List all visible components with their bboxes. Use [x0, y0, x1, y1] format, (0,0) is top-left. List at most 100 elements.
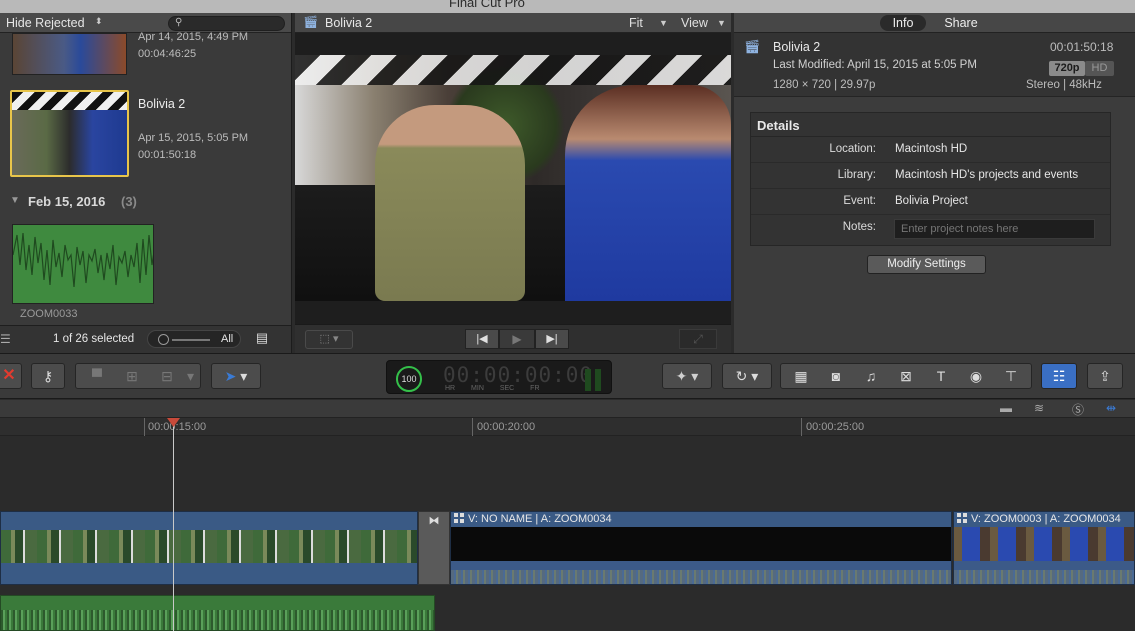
hd-badge: HD [1085, 61, 1114, 76]
themes-browser-icon[interactable]: ⊤ [994, 364, 1029, 388]
transitions-browser-icon[interactable]: ⊠ [889, 364, 924, 388]
edit-buttons-group: ▀ ⊞ ⊟ ▾ [75, 363, 201, 389]
audio-format: Stereo | 48kHz [1026, 79, 1102, 91]
browser-header: Hide Rejected ⬍ ⚲ [0, 13, 291, 33]
browser-search-field[interactable]: ⚲ [168, 16, 285, 31]
video-frame[interactable] [295, 55, 731, 301]
compound-clip-icon [454, 513, 464, 523]
list-view-icon[interactable]: ☰ [0, 332, 14, 346]
key-icon[interactable]: ⚷ [31, 363, 65, 389]
slider-knob[interactable] [158, 334, 169, 345]
chevron-down-icon[interactable]: ▼ [659, 18, 668, 28]
timecode-display[interactable]: 00:00:00:00 [443, 363, 593, 387]
clip-name[interactable]: Bolivia 2 [138, 97, 185, 111]
chevron-updown-icon[interactable]: ⬍ [95, 16, 103, 27]
window-title: Final Cut Pro [449, 0, 525, 10]
titles-browser-icon[interactable]: T [924, 364, 959, 388]
connect-clip-icon[interactable]: ▀ [80, 364, 115, 388]
share-icon[interactable]: ⇪ [1087, 363, 1123, 389]
selection-count: 1 of 26 selected [53, 333, 135, 345]
timeline-clip[interactable]: V: NO NAME | A: ZOOM0034 [450, 511, 952, 585]
reject-icon[interactable]: ✕ [0, 363, 22, 389]
audio-clip-thumbnail[interactable] [12, 224, 154, 304]
view-options-menu[interactable]: View [681, 16, 708, 30]
tab-info[interactable]: Info [880, 15, 926, 31]
inspector-duration: 00:01:50:18 [1050, 40, 1114, 54]
video-format: 1280 × 720 | 29.97p [773, 79, 876, 91]
audio-skimming-icon[interactable]: ≋ [1034, 401, 1044, 415]
magic-wand-icon[interactable]: ✦ ▾ [662, 363, 712, 389]
woman-figure [565, 85, 731, 301]
next-edit-button[interactable]: ▶| [535, 329, 569, 349]
fullscreen-icon[interactable]: ⤢ [679, 329, 717, 349]
clip-audio [1, 563, 417, 584]
modify-settings-button[interactable]: Modify Settings [867, 255, 986, 274]
timeline-clip[interactable]: V: ZOOM0003 | A: ZOOM0034 [953, 511, 1135, 585]
detail-row-notes: Notes: [751, 215, 1110, 241]
clip-thumbnail[interactable] [12, 33, 127, 75]
detail-row-event: Event: Bolivia Project [751, 189, 1110, 215]
search-icon: ⚲ [175, 17, 183, 28]
main-toolbar: ✕ ⚷ ▀ ⊞ ⊟ ▾ ➤ ▾ 100 00:00:00:00 HR MIN SEC … [0, 353, 1135, 399]
playhead[interactable] [173, 418, 174, 631]
resolution-badge: 720p [1049, 61, 1085, 76]
viewer-header: 🎬︎ Bolivia 2 Fit ▼ View ▼ [295, 13, 731, 33]
timeline: ▬ ≋ Ⓢ ⇹ 00:00:15:00 00:00:20:00 00:00:25… [0, 400, 1135, 631]
clip-filter-menu[interactable]: Hide Rejected [6, 16, 85, 30]
photo-browser-icon[interactable]: ◙ [819, 364, 854, 388]
cross-dissolve-transition[interactable]: ⧓ [418, 511, 450, 585]
clip-duration: 00:04:46:25 [138, 48, 197, 60]
clip-appearance-icon[interactable]: ▬ [1000, 401, 1012, 415]
notes-field[interactable] [894, 219, 1095, 239]
inspector-toggle-icon[interactable]: ☷ [1041, 363, 1077, 389]
disclosure-triangle-icon[interactable]: ▼ [10, 195, 20, 206]
generators-browser-icon[interactable]: ◉ [959, 364, 994, 388]
detail-row-location: Location: Macintosh HD [751, 137, 1110, 163]
man-figure [375, 105, 525, 301]
audio-meter-right[interactable] [595, 369, 601, 391]
detail-label: Library: [837, 169, 876, 181]
previous-edit-button[interactable]: |◀ [465, 329, 499, 349]
clip-zoom-slider[interactable]: All [147, 330, 241, 348]
music-browser-icon[interactable]: ♫ [854, 364, 889, 388]
timeline-audio-clip[interactable] [0, 595, 435, 631]
group-count: (3) [121, 194, 137, 209]
clapper-icon [12, 92, 127, 110]
detail-value: Macintosh HD [895, 143, 968, 155]
clip-label: V: NO NAME | A: ZOOM0034 [454, 513, 612, 525]
audio-meter-left[interactable] [585, 369, 591, 391]
clapper-icon: 🎬︎ [303, 15, 319, 29]
chevron-down-icon[interactable]: ▾ [185, 364, 197, 388]
select-tool-menu[interactable]: ➤ ▾ [211, 363, 261, 389]
viewer: 🎬︎ Bolivia 2 Fit ▼ View ▼ ⬚ ▾ |◀ ▶ ▶| ⤢ [295, 13, 731, 353]
last-modified: Last Modified: April 15, 2015 at 5:05 PM [773, 59, 977, 71]
detail-label: Event: [843, 195, 876, 207]
detail-value: Macintosh HD's projects and events [895, 169, 1079, 181]
transform-crop-icon[interactable]: ⬚ ▾ [305, 330, 353, 349]
clip-thumbnail-selected[interactable] [10, 90, 129, 177]
chevron-down-icon[interactable]: ▼ [717, 18, 726, 28]
background-tasks-indicator[interactable]: 100 [396, 366, 422, 392]
viewer-title: Bolivia 2 [325, 16, 373, 30]
timeline-clip[interactable] [0, 511, 418, 585]
ruler-label: 00:00:25:00 [806, 421, 865, 433]
fit-zoom-menu[interactable]: Fit [629, 16, 643, 30]
compound-clip-icon [957, 513, 967, 523]
play-button[interactable]: ▶ [499, 329, 535, 349]
clip-filmstrip [1, 530, 417, 563]
tab-share[interactable]: Share [936, 15, 986, 31]
insert-clip-icon[interactable]: ⊞ [115, 364, 150, 388]
inspector: Info Share 🎬︎ Bolivia 2 00:01:50:18 Last… [734, 13, 1135, 353]
chevron-down-icon: ▾ [240, 368, 248, 384]
snapping-icon[interactable]: ⇹ [1106, 401, 1116, 415]
filmstrip-view-icon[interactable]: ▤ [251, 330, 273, 348]
retime-icon[interactable]: ↻ ▾ [722, 363, 772, 389]
detail-row-library: Library: Macintosh HD's projects and eve… [751, 163, 1110, 189]
timeline-header: ▬ ≋ Ⓢ ⇹ [0, 400, 1135, 418]
clip-filmstrip [954, 527, 1134, 561]
timecode-units: HR MIN SEC FR [445, 385, 540, 392]
append-clip-icon[interactable]: ⊟ [150, 364, 185, 388]
solo-icon[interactable]: Ⓢ [1072, 401, 1084, 418]
effects-browser-icon[interactable]: ▦ [784, 364, 819, 388]
inspector-header: 🎬︎ Bolivia 2 00:01:50:18 Last Modified: … [734, 33, 1135, 97]
